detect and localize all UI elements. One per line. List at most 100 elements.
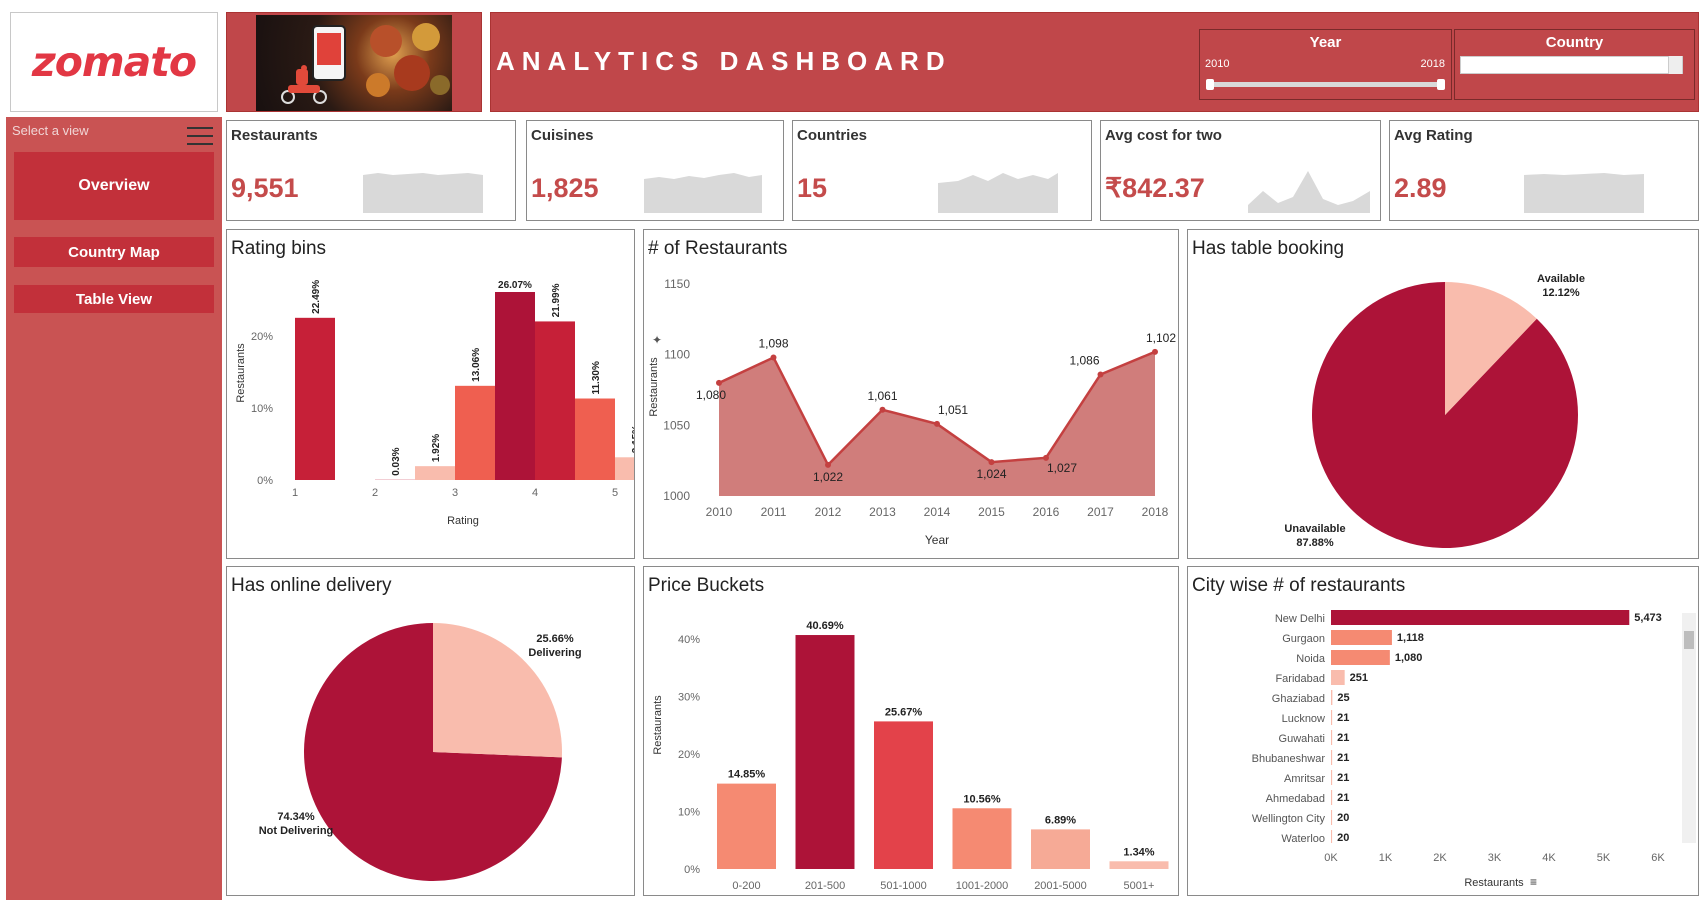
- data-label: 1,118: [1397, 632, 1424, 644]
- data-label: 1,027: [1047, 461, 1077, 475]
- price-buckets-chart: 0% 10% 20% 30% 40% Restaurants 14.85% 0-200 40.6…: [652, 620, 1169, 892]
- y-axis-label: Restaurants: [235, 343, 247, 403]
- price-buckets-panel: Price Buckets 0% 10% 20% 30% 40% Restaurants 1…: [643, 566, 1179, 896]
- sidebar-item-table-view[interactable]: Table View: [14, 285, 214, 313]
- sidebar-item-country-map[interactable]: Country Map: [14, 237, 214, 267]
- bar: [717, 783, 776, 869]
- data-label: 1,024: [976, 467, 1006, 481]
- category-label: Amritsar: [1284, 773, 1325, 785]
- sidebar: Select a view Overview Country Map Table…: [6, 117, 222, 900]
- x-tick-label: 1K: [1379, 852, 1393, 864]
- year-slider-track[interactable]: [1208, 82, 1443, 87]
- year-filter-min: 2010: [1205, 58, 1230, 70]
- x-tick-label: 2001-5000: [1034, 880, 1087, 892]
- data-label: 1,061: [867, 389, 897, 403]
- x-axis-label: Rating: [447, 515, 479, 527]
- bar: [1331, 690, 1333, 705]
- rating-bins-chart: 0% 10% 20% Restaurants 1 2 3 4 5 Rating 22.49% 0.03…: [235, 280, 634, 527]
- bar: [1331, 770, 1333, 785]
- data-point: [770, 354, 777, 361]
- y-tick-label: 1100: [664, 348, 690, 362]
- city-wise-chart: New Delhi 5,473 Gurgaon 1,118 Noida 1,080 Fari…: [1252, 610, 1665, 889]
- data-label: 21: [1337, 752, 1349, 764]
- bar: [1331, 750, 1333, 765]
- data-point: [1097, 371, 1104, 378]
- pin-icon: ✦: [652, 333, 662, 347]
- food-dishes-illustration: [366, 23, 450, 97]
- header-bar: ANALYTICS DASHBOARD Year 2010 2018 Count…: [490, 12, 1699, 112]
- year-slider-handle-max[interactable]: [1437, 79, 1445, 90]
- y-axis-label: Restaurants: [648, 357, 660, 417]
- bar: [615, 457, 634, 480]
- kpi-label: Cuisines: [531, 127, 594, 144]
- data-label: 1,080: [1395, 652, 1423, 664]
- page-title: ANALYTICS DASHBOARD: [496, 46, 952, 76]
- kpi-label: Avg cost for two: [1105, 127, 1222, 144]
- data-label: 1,102: [1146, 331, 1176, 345]
- y-tick-label: 10%: [251, 403, 273, 415]
- x-tick-label: 2K: [1433, 852, 1447, 864]
- kpi-sparkline: [1524, 173, 1644, 213]
- bar: [1331, 790, 1333, 805]
- delivery-rider-illustration: [281, 65, 327, 104]
- data-label: 25.67%: [885, 706, 923, 718]
- data-label: 21: [1337, 732, 1349, 744]
- sidebar-item-overview[interactable]: Overview: [14, 152, 214, 220]
- country-filter-label: Country: [1545, 34, 1604, 51]
- x-tick-label: 4K: [1542, 852, 1556, 864]
- data-label: 1.34%: [1123, 846, 1154, 858]
- kpi-label: Countries: [797, 127, 868, 144]
- data-point: [988, 459, 995, 466]
- x-tick-label: 0K: [1324, 852, 1338, 864]
- year-filter[interactable]: Year 2010 2018: [1199, 29, 1452, 100]
- x-tick-label: 3: [452, 487, 458, 499]
- data-label: 6.89%: [1045, 814, 1076, 826]
- bar: [415, 466, 455, 480]
- rating-bins-panel: Rating bins 0% 10% 20% Restaurants 1 2 3 4 5 Rati…: [226, 229, 635, 559]
- year-slider-handle-min[interactable]: [1206, 79, 1214, 90]
- city-list-scrollbar[interactable]: [1682, 613, 1696, 843]
- kpi-restaurants: Restaurants 9,551: [226, 120, 516, 221]
- x-axis-label: Year: [925, 533, 949, 547]
- chevron-down-icon[interactable]: [1668, 56, 1682, 74]
- kpi-label: Avg Rating: [1394, 127, 1473, 144]
- data-label: 11.30%: [591, 361, 602, 394]
- x-tick-label: 201-500: [805, 880, 845, 892]
- sort-icon: ≡: [1530, 875, 1537, 889]
- table-booking-panel: Has table booking Available 12.12% Unavail…: [1187, 229, 1699, 559]
- banner: [226, 12, 482, 112]
- bar: [575, 398, 615, 480]
- x-tick-label: 2011: [761, 505, 787, 519]
- bar: [1331, 610, 1630, 625]
- country-filter[interactable]: Country: [1454, 29, 1695, 100]
- kpi-sparkline: [363, 173, 483, 213]
- category-label: Gurgaon: [1282, 633, 1325, 645]
- y-tick-label: 0%: [257, 475, 273, 487]
- slice-name: Available: [1537, 273, 1585, 285]
- data-label: 40.69%: [806, 620, 844, 632]
- x-tick-label: 2015: [978, 505, 1005, 519]
- country-select[interactable]: [1460, 56, 1683, 74]
- bar: [455, 385, 495, 480]
- x-tick-label: 2010: [706, 505, 733, 519]
- kpi-countries: Countries 15: [792, 120, 1092, 221]
- kpi-sparkline: [1248, 171, 1370, 213]
- bar: [1331, 710, 1333, 725]
- restaurants-by-year-panel: # of Restaurants 1000 1050 1100 1150 Restaur…: [643, 229, 1179, 559]
- x-tick-label: 1001-2000: [956, 880, 1009, 892]
- bar: [1331, 810, 1333, 825]
- data-label: 1,086: [1069, 353, 1099, 367]
- y-tick-label: 40%: [678, 634, 700, 646]
- sidebar-caption: Select a view: [12, 123, 89, 138]
- logo-text: zomato: [31, 38, 197, 86]
- online-delivery-chart: 25.66% Delivering 74.34% Not Delivering: [259, 623, 582, 881]
- online-delivery-panel: Has online delivery 25.66% Delivering 74.3…: [226, 566, 635, 896]
- kpi-value: 15: [797, 173, 828, 203]
- year-filter-max: 2018: [1420, 58, 1445, 70]
- data-point: [716, 379, 722, 386]
- hamburger-menu-icon[interactable]: [187, 127, 213, 147]
- bar: [1109, 861, 1169, 869]
- scrollbar-thumb[interactable]: [1684, 631, 1694, 649]
- x-tick-label: 4: [532, 487, 538, 499]
- x-tick-label: 3K: [1488, 852, 1502, 864]
